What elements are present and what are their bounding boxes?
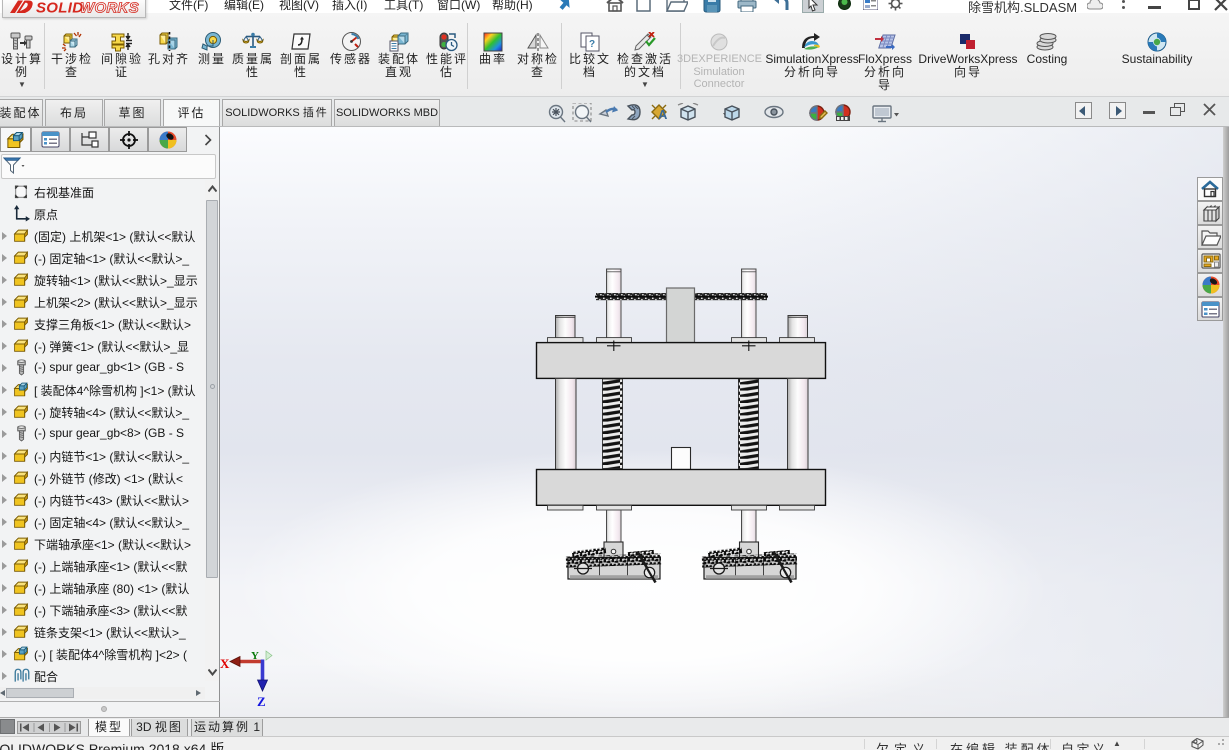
svg-text:?: ? xyxy=(589,39,595,50)
svg-text:Z: Z xyxy=(257,694,266,709)
svg-text:WORKS: WORKS xyxy=(80,0,139,17)
svg-text:SOLID: SOLID xyxy=(36,0,83,17)
svg-text:X: X xyxy=(220,656,230,671)
svg-text:A: A xyxy=(658,107,668,122)
svg-text:Y: Y xyxy=(251,650,259,662)
